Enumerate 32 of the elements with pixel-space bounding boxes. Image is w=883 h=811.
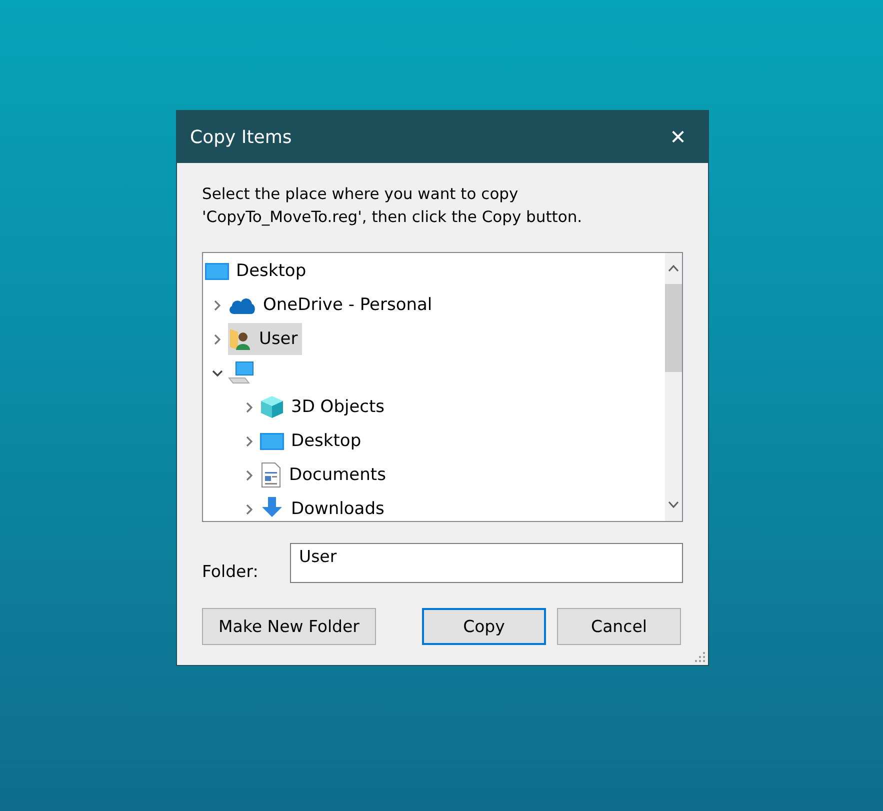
dialog-button[interactable]: Cancel — [557, 608, 681, 645]
chevron-right-icon[interactable] — [244, 504, 254, 514]
chevron-right-icon[interactable] — [244, 470, 254, 480]
computer-icon — [228, 361, 254, 385]
cloud-icon — [228, 296, 256, 314]
chevron-right-icon[interactable] — [244, 402, 254, 412]
window-title: Copy Items — [190, 126, 292, 148]
monitor-icon — [205, 262, 229, 280]
folder-field[interactable]: User — [290, 543, 683, 583]
document-icon — [260, 462, 282, 488]
tree-item[interactable]: Desktop — [205, 255, 310, 287]
dialog-button[interactable]: Make New Folder — [202, 608, 376, 645]
folder-label: Folder: — [202, 562, 260, 580]
tree-item[interactable]: User — [228, 323, 302, 355]
tree-item[interactable]: OneDrive - Personal — [228, 289, 436, 321]
scroll-thumb[interactable] — [665, 284, 682, 372]
tree-item[interactable]: Desktop — [260, 425, 366, 457]
tree-item[interactable]: Downloads — [260, 493, 388, 521]
tree-item[interactable]: Documents — [260, 459, 390, 491]
user-folder-icon — [228, 327, 252, 351]
close-button[interactable]: ✕ — [648, 111, 708, 163]
monitor-icon — [260, 432, 284, 450]
cube-icon — [260, 395, 284, 419]
chevron-right-icon[interactable] — [212, 300, 222, 310]
tree-item[interactable]: 3D Objects — [260, 391, 389, 423]
instructions-text: Select the place where you want to copy 'CopyTo_MoveTo.reg', then click the Copy button. — [202, 184, 584, 228]
chevron-right-icon[interactable] — [244, 436, 254, 446]
resize-grip-icon[interactable] — [694, 651, 706, 663]
scrollbar[interactable] — [665, 253, 682, 521]
dialog-button[interactable]: Copy — [422, 608, 546, 645]
chevron-right-icon[interactable] — [212, 334, 222, 344]
chevron-down-icon[interactable] — [212, 368, 222, 378]
